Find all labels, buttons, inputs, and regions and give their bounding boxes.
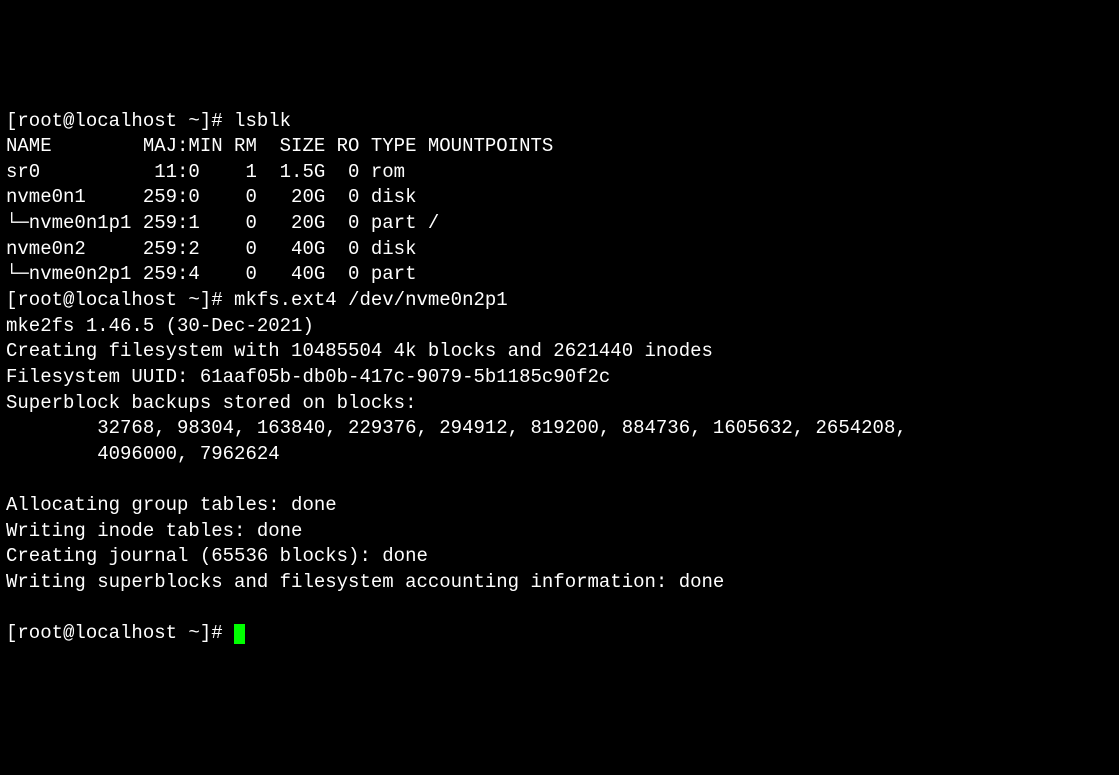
mkfs-output-line: mke2fs 1.46.5 (30-Dec-2021) [6,315,314,337]
lsblk-row: nvme0n2 259:2 0 40G 0 disk [6,238,416,260]
lsblk-row: nvme0n1 259:0 0 20G 0 disk [6,186,416,208]
mkfs-output-line: 4096000, 7962624 [6,443,280,465]
terminal-output: [root@localhost ~]# lsblk NAME MAJ:MIN R… [6,109,1113,647]
mkfs-output-line: Superblock backups stored on blocks: [6,392,416,414]
shell-prompt: [root@localhost ~]# [6,289,234,311]
mkfs-output-line: Creating filesystem with 10485504 4k blo… [6,340,713,362]
mkfs-output-line: 32768, 98304, 163840, 229376, 294912, 81… [6,417,907,439]
mkfs-output-line: Creating journal (65536 blocks): done [6,545,428,567]
command-text: lsblk [234,110,291,132]
mkfs-output-line: Writing superblocks and filesystem accou… [6,571,724,593]
lsblk-row: └─nvme0n2p1 259:4 0 40G 0 part [6,263,416,285]
cursor-icon[interactable] [234,624,245,644]
lsblk-row: sr0 11:0 1 1.5G 0 rom [6,161,405,183]
lsblk-row: └─nvme0n1p1 259:1 0 20G 0 part / [6,212,439,234]
mkfs-output-line: Filesystem UUID: 61aaf05b-db0b-417c-9079… [6,366,610,388]
mkfs-output-line: Writing inode tables: done [6,520,302,542]
shell-prompt: [root@localhost ~]# [6,110,234,132]
mkfs-output-line: Allocating group tables: done [6,494,337,516]
shell-prompt: [root@localhost ~]# [6,622,234,644]
lsblk-header: NAME MAJ:MIN RM SIZE RO TYPE MOUNTPOINTS [6,135,553,157]
command-text: mkfs.ext4 /dev/nvme0n2p1 [234,289,508,311]
